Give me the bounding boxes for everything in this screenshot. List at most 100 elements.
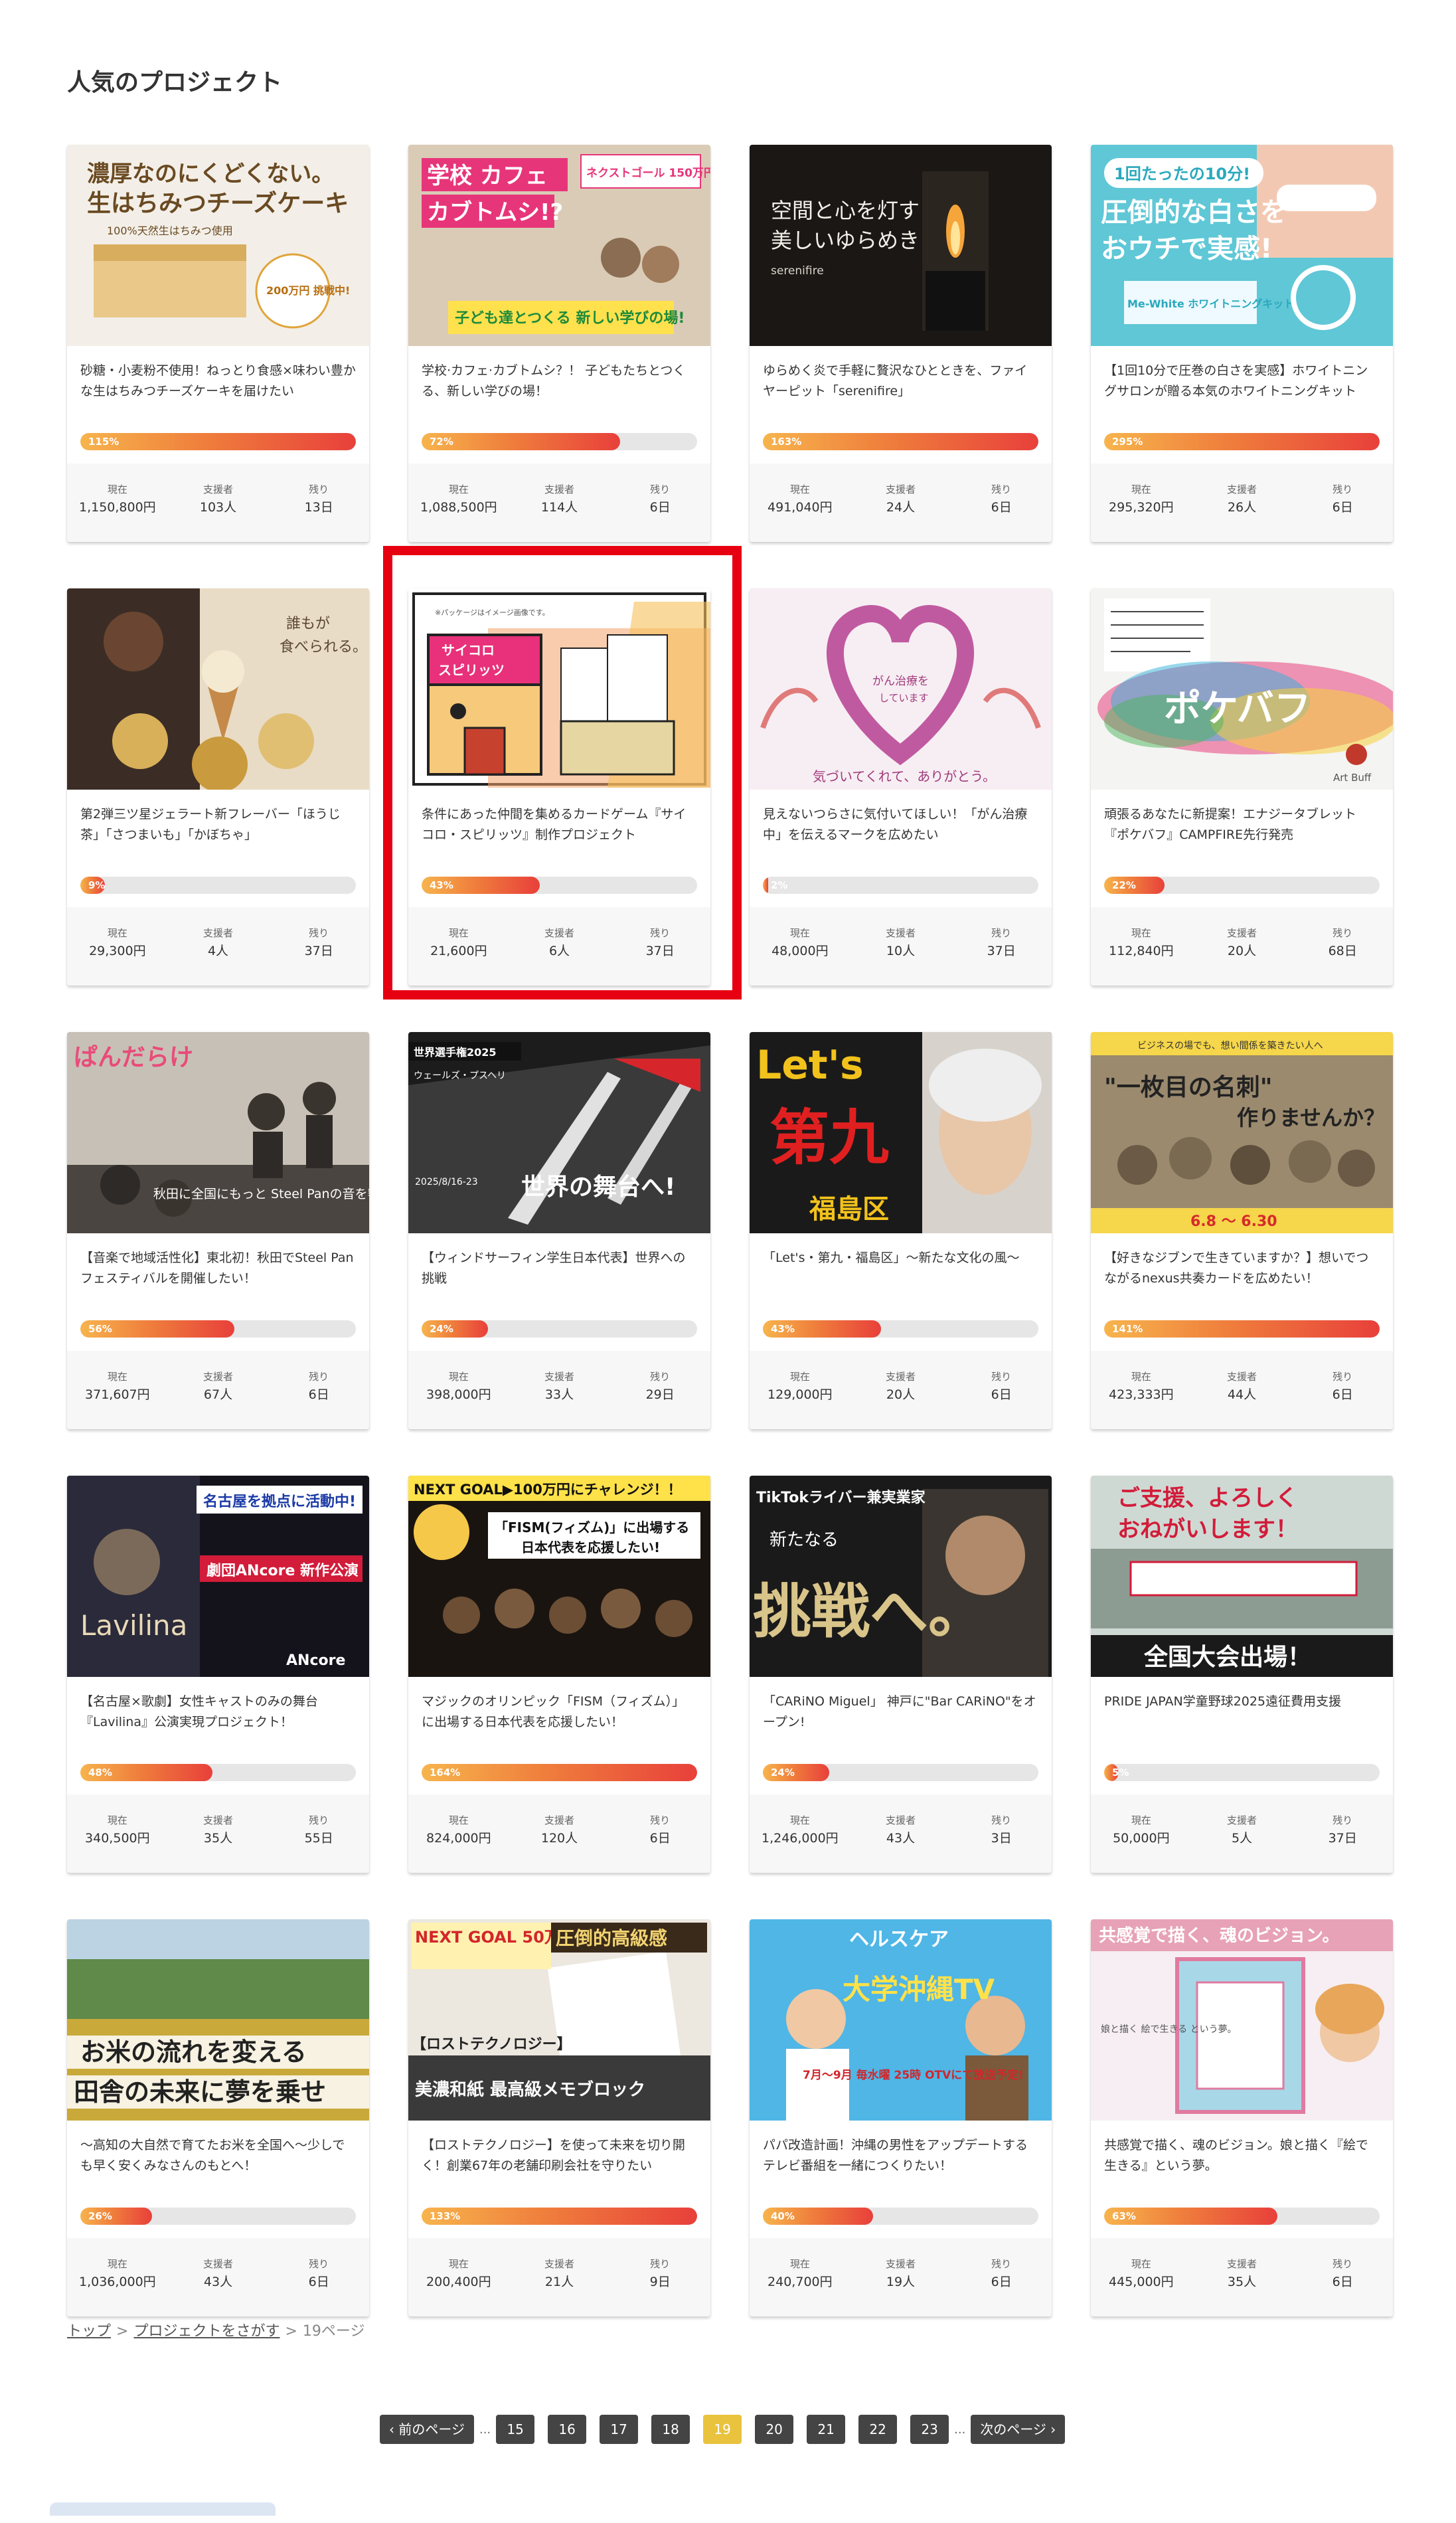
project-card[interactable]: 名古屋を拠点に活動中! 劇団ANcore 新作公演 Lavilina ANcor… <box>67 1476 369 1873</box>
project-title[interactable]: 〜高知の大自然で育てたお米を全国へ〜少しでも早く安くみなさんのもとへ！ <box>80 2135 356 2199</box>
breadcrumb-search-link[interactable]: プロジェクトをさがす <box>133 2323 280 2340</box>
project-title[interactable]: 【ウィンドサーフィン学生日本代表】世界への挑戦 <box>422 1248 697 1312</box>
stat-remaining: 37日 <box>1328 1831 1357 1846</box>
project-title[interactable]: 「CARiNO Miguel」 神戸に"Bar CARiNO"をオープン! <box>763 1692 1038 1755</box>
project-title[interactable]: 【ロストテクノロジー】を使って未来を切り開く！創業67年の老舗印刷会社を守りたい <box>422 2135 697 2199</box>
project-card[interactable]: 空間と心を灯す 美しいゆらめき serenifire ゆらめく炎で手軽に贅沢なひ… <box>750 145 1052 542</box>
project-stats: 現在 29,300円 支援者 4人 残り 37日 <box>67 907 369 986</box>
project-title[interactable]: 【名古屋×歌劇】女性キャストのみの舞台『Lavilina』公演実現プロジェクト！ <box>80 1692 356 1755</box>
project-card[interactable]: 1回たったの10分! 圧倒的な白さを おウチで実感! Me-White ホワイト… <box>1091 145 1393 542</box>
image-caption: 食べられる。 <box>280 639 367 655</box>
project-title[interactable]: 学校·カフェ·カブトムシ？！ 子どもたちとつくる、新しい学びの場！ <box>422 361 697 424</box>
image-caption: しています <box>879 692 929 704</box>
image-caption: 【ロストテクノロジー】 <box>412 2036 572 2053</box>
image-caption: 気づいてくれて、ありがとう。 <box>813 768 996 784</box>
progress-percent: 72% <box>430 436 453 448</box>
pagination-ellipsis: ... <box>479 2422 491 2437</box>
project-title[interactable]: 【音楽で地域活性化】東北初！秋田でSteel Panフェスティバルを開催したい！ <box>80 1248 356 1312</box>
project-thumbnail[interactable]: NEXT GOAL▶100万円にチャレンジ！！ 「FISM(フィズム)」に出場す… <box>408 1476 710 1677</box>
project-title[interactable]: 【好きなジブンで生きていますか？】想いでつながるnexus共奏カードを広めたい！ <box>1104 1248 1380 1312</box>
project-thumbnail[interactable]: 濃厚なのにくどくない。 生はちみつチーズケーキ 100%天然生はちみつ使用 20… <box>67 145 369 346</box>
project-title[interactable]: ゆらめく炎で手軽に贅沢なひとときを、ファイヤーピット「serenifire」 <box>763 361 1038 424</box>
project-card[interactable]: ビジネスの場でも、想い間係を築きたい人へ "一枚目の名刺" 作りませんか？ 6.… <box>1091 1032 1393 1429</box>
project-thumbnail[interactable]: がん治療を しています 気づいてくれて、ありがとう。 <box>750 588 1052 790</box>
project-thumbnail[interactable]: お米の流れを変える 田舎の未来に夢を乗せ <box>67 1919 369 2121</box>
project-card[interactable]: Let's 第九 福島区 「Let's・第九・福島区」〜新たな文化の風〜 43%… <box>750 1032 1052 1429</box>
project-card[interactable]: TikTokライバー兼実業家 新たなる 挑戦へ。 「CARiNO Miguel」… <box>750 1476 1052 1873</box>
next-page-button[interactable]: 次のページ › <box>971 2415 1066 2444</box>
image-caption: NEXT GOAL▶100万円にチャレンジ！！ <box>414 1482 682 1498</box>
project-title[interactable]: 砂糖・小麦粉不使用！ねっとり食感×味わい豊か な生はちみつチーズケーキを届けたい <box>80 361 356 424</box>
image-caption: 福島区 <box>809 1194 889 1225</box>
page-button-17[interactable]: 17 <box>600 2415 639 2444</box>
project-title[interactable]: 見えないつらさに気付いてほしい！「がん治療中」を伝えるマークを広めたい <box>763 804 1038 868</box>
project-title[interactable]: PRIDE JAPAN学童野球2025遠征費用支援 <box>1104 1692 1380 1755</box>
project-card[interactable]: 誰もが 食べられる。 第2弾三ツ星ジェラート新フレーバー「ほうじ茶」「さつまいも… <box>67 588 369 986</box>
stat-remaining: 3日 <box>991 1831 1012 1846</box>
project-thumbnail[interactable]: 名古屋を拠点に活動中! 劇団ANcore 新作公演 Lavilina ANcor… <box>67 1476 369 1677</box>
project-thumbnail[interactable]: ご支援、よろしく おねがいします！ 全国大会出場！ <box>1091 1476 1393 1677</box>
project-title[interactable]: 共感覚で描く、魂のビジョン。娘と描く『絵で生きる』という夢。 <box>1104 2135 1380 2199</box>
page-button-20[interactable]: 20 <box>755 2415 794 2444</box>
page-button-16[interactable]: 16 <box>548 2415 587 2444</box>
project-card[interactable]: NEXT GOAL▶100万円にチャレンジ！！ 「FISM(フィズム)」に出場す… <box>408 1476 710 1873</box>
project-card[interactable]: 学校 カフェ カブトムシ!? ネクストゴール 150万円 子ども達とつくる 新し… <box>408 145 710 542</box>
project-card[interactable]: ぱんだらけ 秋田に全国にもっと Steel Panの音を響かせたい! 【音楽で地… <box>67 1032 369 1429</box>
project-thumbnail[interactable]: ポケバフ Art Buff <box>1091 588 1393 790</box>
image-caption: 学校 カフェ <box>427 163 548 189</box>
project-card[interactable]: 共感覚で描く、魂のビジョン。 娘と描く 絵で生きる という夢。 共感覚で描く、魂… <box>1091 1919 1393 2316</box>
page-button-18[interactable]: 18 <box>651 2415 690 2444</box>
page-button-21[interactable]: 21 <box>807 2415 846 2444</box>
progress-percent: 24% <box>430 1323 453 1335</box>
image-caption: 世界選手権2025 <box>414 1046 497 1059</box>
project-card[interactable]: 濃厚なのにくどくない。 生はちみつチーズケーキ 100%天然生はちみつ使用 20… <box>67 145 369 542</box>
project-stats: 現在 1,246,000円 支援者 43人 残り 3日 <box>750 1794 1052 1873</box>
project-title[interactable]: 頑張るあなたに新提案！エナジータブレット『ポケバフ』CAMPFIRE先行発売 <box>1104 804 1380 868</box>
project-thumbnail[interactable]: サイコロ スピリッツ ※パッケージはイメージ画像です。 <box>408 588 710 790</box>
project-thumbnail[interactable]: 共感覚で描く、魂のビジョン。 娘と描く 絵で生きる という夢。 <box>1091 1919 1393 2121</box>
project-card[interactable]: 世界選手権2025 ウェールズ・プスヘリ 世界の舞台へ! 2025/8/16-2… <box>408 1032 710 1429</box>
project-thumbnail[interactable]: 学校 カフェ カブトムシ!? ネクストゴール 150万円 子ども達とつくる 新し… <box>408 145 710 346</box>
project-thumbnail[interactable]: 誰もが 食べられる。 <box>67 588 369 790</box>
project-card[interactable]: お米の流れを変える 田舎の未来に夢を乗せ 〜高知の大自然で育てたお米を全国へ〜少… <box>67 1919 369 2316</box>
project-title[interactable]: 条件にあった仲間を集めるカードゲーム『サイコロ・スピリッツ』制作プロジェクト <box>422 804 697 868</box>
image-caption: 新たなる <box>769 1530 839 1550</box>
project-thumbnail[interactable]: 世界選手権2025 ウェールズ・プスヘリ 世界の舞台へ! 2025/8/16-2… <box>408 1032 710 1233</box>
image-caption: 日本代表を応援したい! <box>521 1539 660 1555</box>
progress-bar: 43% <box>763 1320 1038 1338</box>
project-title[interactable]: 【1回10分で圧巻の白さを実感】ホワイトニングサロンが贈る本気のホワイトニングキ… <box>1104 361 1380 424</box>
project-card[interactable]: ご支援、よろしく おねがいします！ 全国大会出場！ PRIDE JAPAN学童野… <box>1091 1476 1393 1873</box>
page-button-23[interactable]: 23 <box>910 2415 949 2444</box>
project-card[interactable]: ヘルスケア 大学沖縄TV 7月〜9月 毎水曜 25時 OTVにて放送予定! パパ… <box>750 1919 1052 2316</box>
project-card[interactable]: サイコロ スピリッツ ※パッケージはイメージ画像です。 条件にあった仲間を集める… <box>408 588 710 986</box>
project-thumbnail[interactable]: ビジネスの場でも、想い間係を築きたい人へ "一枚目の名刺" 作りませんか？ 6.… <box>1091 1032 1393 1233</box>
stat-label-remaining: 残り <box>650 1371 671 1383</box>
project-thumbnail[interactable]: NEXT GOAL 50万円に挑戦!! 圧倒的高級感 【ロストテクノロジー】 美… <box>408 1919 710 2121</box>
stat-label-supporters: 支援者 <box>544 2258 575 2270</box>
project-card[interactable]: がん治療を しています 気づいてくれて、ありがとう。 見えないつらさに気付いてほ… <box>750 588 1052 986</box>
page-button-15[interactable]: 15 <box>496 2415 535 2444</box>
project-thumbnail[interactable]: TikTokライバー兼実業家 新たなる 挑戦へ。 <box>750 1476 1052 1677</box>
progress-bar: 2% <box>763 877 1038 894</box>
page-button-22[interactable]: 22 <box>858 2415 898 2444</box>
project-title[interactable]: 第2弾三ツ星ジェラート新フレーバー「ほうじ茶」「さつまいも」「かぼちゃ」 <box>80 804 356 868</box>
project-thumbnail[interactable]: ぱんだらけ 秋田に全国にもっと Steel Panの音を響かせたい! <box>67 1032 369 1233</box>
stat-label-supporters: 支援者 <box>544 1814 575 1826</box>
stat-remaining: 9日 <box>649 2275 671 2289</box>
stat-label-supporters: 支援者 <box>203 927 234 939</box>
project-card[interactable]: NEXT GOAL 50万円に挑戦!! 圧倒的高級感 【ロストテクノロジー】 美… <box>408 1919 710 2316</box>
project-card[interactable]: ポケバフ Art Buff 頑張るあなたに新提案！エナジータブレット『ポケバフ』… <box>1091 588 1393 986</box>
prev-page-button[interactable]: ‹ 前のページ <box>380 2415 474 2444</box>
project-title[interactable]: マジックのオリンピック「FISM（フィズム）」に出場する日本代表を応援したい！ <box>422 1692 697 1755</box>
project-thumbnail[interactable]: 空間と心を灯す 美しいゆらめき serenifire <box>750 145 1052 346</box>
stat-remaining: 6日 <box>991 1387 1012 1402</box>
page-button-current[interactable]: 19 <box>703 2415 742 2444</box>
project-thumbnail[interactable]: ヘルスケア 大学沖縄TV 7月〜9月 毎水曜 25時 OTVにて放送予定! <box>750 1919 1052 2121</box>
stat-label-remaining: 残り <box>1333 1814 1353 1826</box>
stat-remaining: 6日 <box>991 2275 1012 2289</box>
project-thumbnail[interactable]: 1回たったの10分! 圧倒的な白さを おウチで実感! Me-White ホワイト… <box>1091 145 1393 346</box>
breadcrumb-home-link[interactable]: トップ <box>67 2323 111 2340</box>
project-title[interactable]: パパ改造計画！沖縄の男性をアップデートするテレビ番組を一緒につくりたい！ <box>763 2135 1038 2199</box>
project-title[interactable]: 「Let's・第九・福島区」〜新たな文化の風〜 <box>763 1248 1038 1312</box>
project-thumbnail[interactable]: Let's 第九 福島区 <box>750 1032 1052 1233</box>
